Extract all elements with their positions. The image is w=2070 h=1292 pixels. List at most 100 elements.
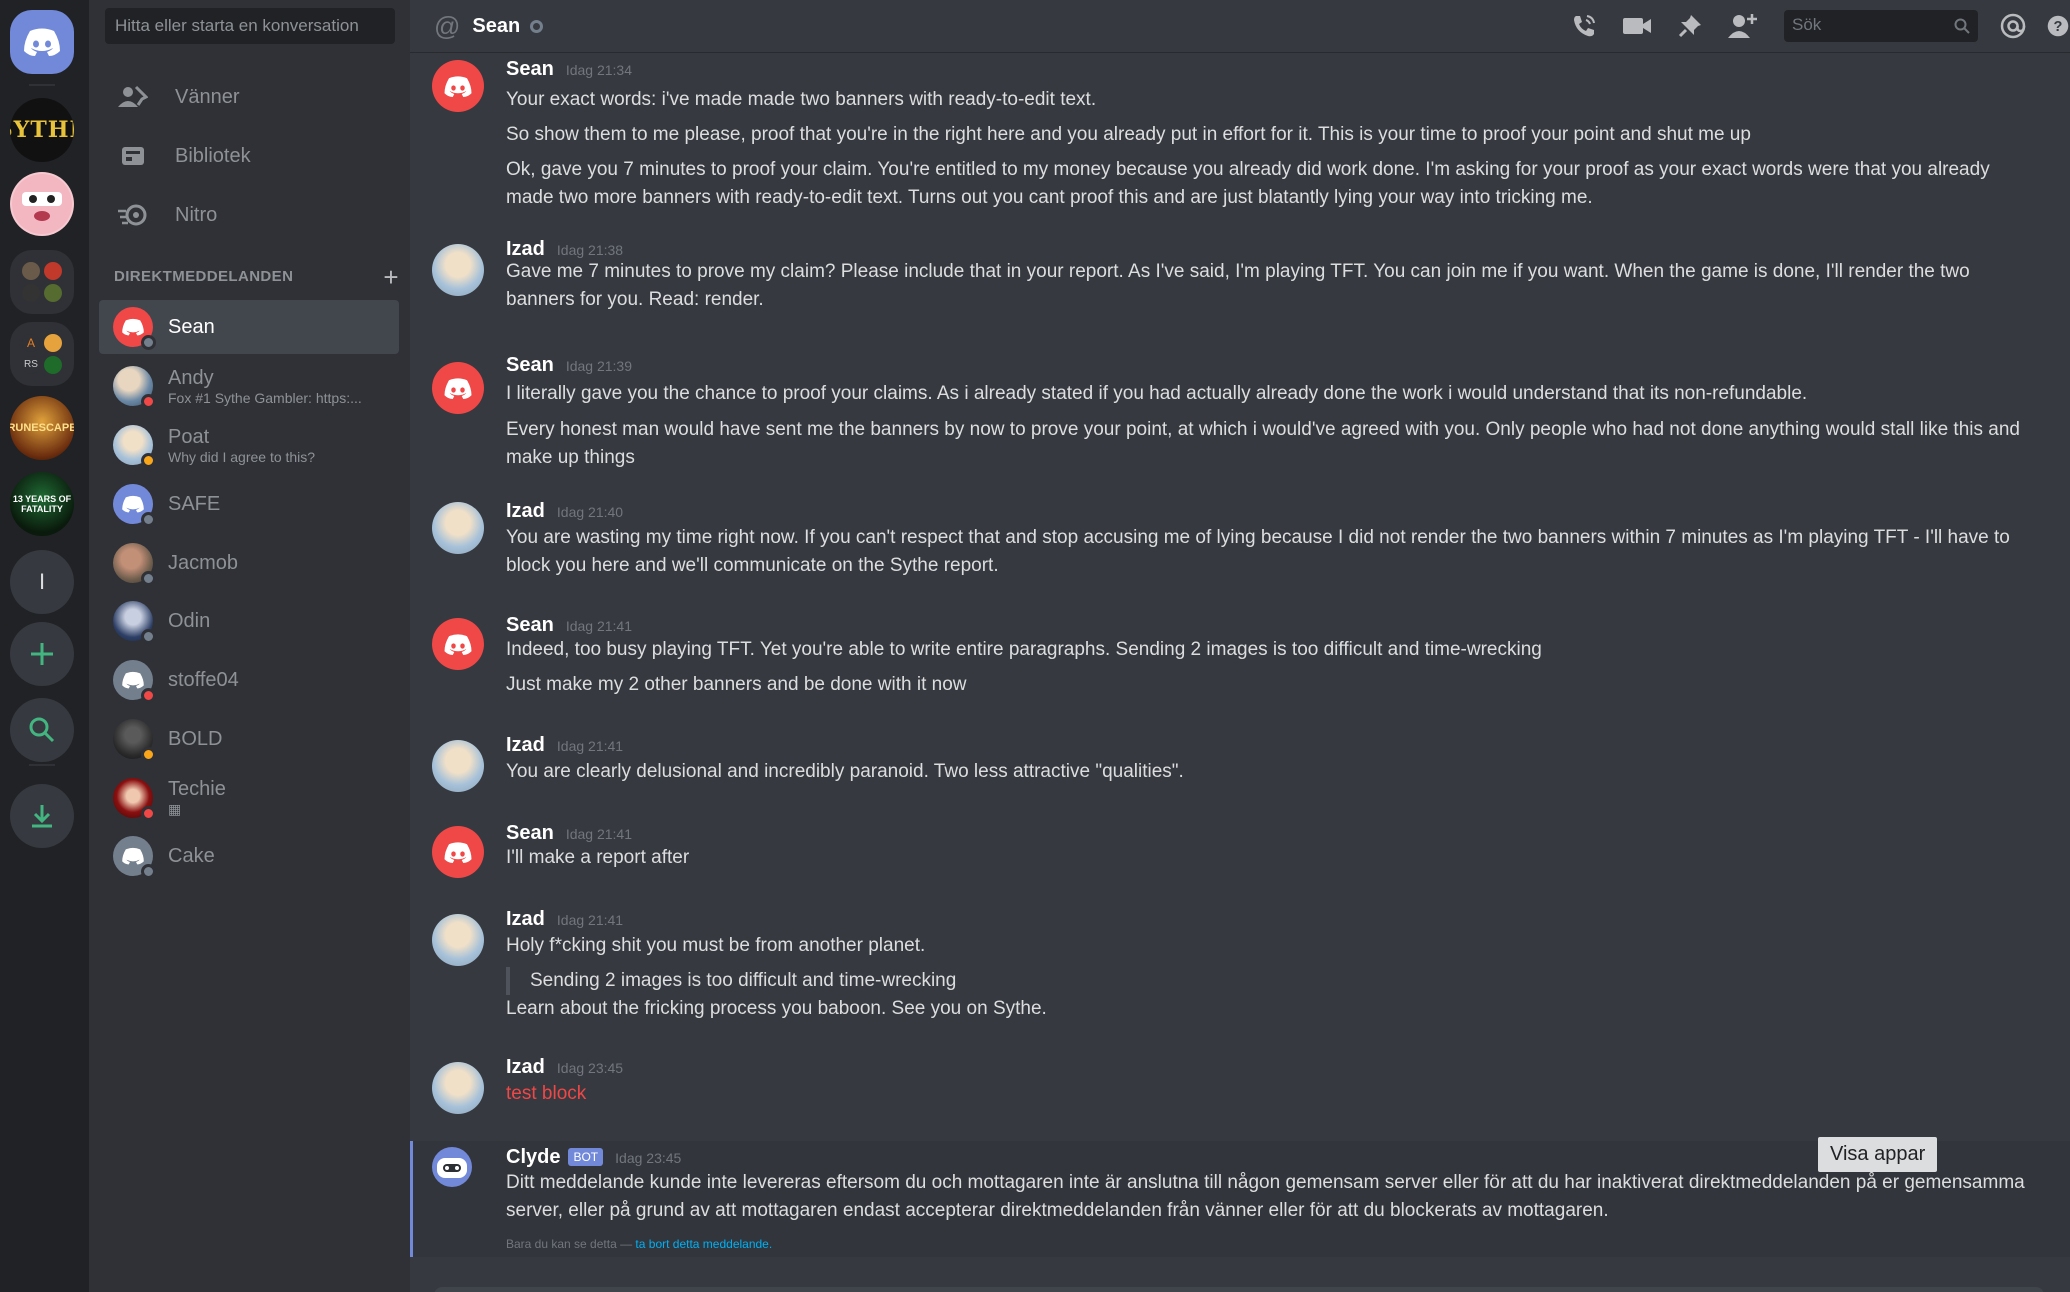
nav-nitro[interactable]: Nitro [99,188,399,242]
message-author[interactable]: Sean [506,614,554,637]
robot-icon [437,1158,467,1178]
nav-nitro-label: Nitro [175,203,218,226]
avatar[interactable] [432,502,484,554]
server-pink-face[interactable] [10,172,74,236]
avatar[interactable] [432,618,484,670]
nav-library[interactable]: Bibliotek [99,129,399,183]
mention-icon[interactable] [1997,10,2029,42]
message-text: Ditt meddelande kunde inte levereras eft… [506,1172,2025,1221]
message-text: Learn about the fricking process you bab… [506,998,1047,1019]
dm-item-sean[interactable]: Sean [99,300,399,354]
help-icon[interactable]: ? [2046,10,2070,42]
search-input[interactable]: Sök [1784,10,1978,42]
server-folder-2[interactable]: A RS [10,322,74,386]
at-icon: @ [434,10,461,41]
dm-item-techie[interactable]: Techie ▦ [99,771,399,825]
message-timestamp: Idag 21:41 [556,738,624,754]
clyde-avatar[interactable] [432,1147,472,1187]
message-input[interactable] [434,1287,2044,1292]
nav-friends[interactable]: Vänner [99,70,399,124]
pin-icon[interactable] [1674,10,1706,42]
message-timestamp: Idag 23:45 [556,1060,624,1076]
add-friend-icon[interactable] [1727,10,1759,42]
message-timestamp: Idag 21:39 [565,358,632,374]
status-offline-indicator [141,864,156,879]
avatar[interactable] [432,362,484,414]
server-i[interactable]: I [10,550,74,614]
folder-server-icon [44,334,62,352]
avatar[interactable] [432,740,484,792]
message-text: Gave me 7 minutes to prove my claim? Ple… [506,261,1970,310]
dm-item-andy[interactable]: Andy Fox #1 Sythe Gambler: https:... [99,359,399,413]
avatar[interactable] [432,60,484,112]
status-offline-indicator [530,19,544,33]
dm-status-text: Why did I agree to this? [168,448,316,465]
message-author[interactable]: Izad [506,734,545,757]
message-author[interactable]: Izad [506,1056,545,1079]
server-rail: SYTHE A RS RUNESCAPE 13 YEARS OF FATALIT… [0,0,89,1292]
message-author[interactable]: Izad [506,500,545,523]
message-text: Just make my 2 other banners and be done… [506,674,967,695]
message-timestamp: Idag 21:41 [556,912,624,928]
find-conversation-input[interactable]: Hitta eller starta en konversation [105,8,395,44]
server-runescape[interactable]: RUNESCAPE [10,396,74,460]
folder-server-label: A [22,334,40,352]
avatar [113,484,156,527]
delete-message-link[interactable]: ta bort detta meddelande. [635,1237,772,1251]
download-icon [32,805,52,828]
dm-name: Cake [168,844,215,867]
dm-item-cake[interactable]: Cake [99,829,399,883]
message-timestamp: Idag 23:45 [615,1150,682,1166]
message-text: Every honest man would have sent me the … [506,419,2020,468]
avatar[interactable] [432,914,484,966]
avatar [113,307,156,350]
message-author[interactable]: Sean [506,822,554,845]
message-text: Indeed, too busy playing TFT. Yet you're… [506,639,1542,660]
dm-name: Techie [168,778,226,800]
status-idle-indicator [141,453,156,468]
discord-avatar-icon [444,841,472,863]
server-fatality[interactable]: 13 YEARS OF FATALITY [10,472,74,536]
custom-status-emoji-icon: ▦ [168,801,182,817]
add-server-button[interactable] [10,622,74,686]
message-author[interactable]: Sean [506,58,554,81]
message-text: Ok, gave you 7 minutes to proof your cla… [506,159,1990,208]
dm-name: SAFE [168,492,221,515]
discord-avatar-icon [122,495,144,513]
dm-item-jacmob[interactable]: Jacmob [99,536,399,590]
svg-text:?: ? [2054,19,2063,35]
dm-item-safe[interactable]: SAFE [99,477,399,531]
plus-icon [31,643,53,665]
avatar [113,719,156,762]
video-call-icon[interactable] [1621,10,1653,42]
ephemeral-notice: Bara du kan se detta — ta bort detta med… [506,1237,773,1251]
download-apps-button[interactable] [10,784,74,848]
dm-item-odin[interactable]: Odin [99,594,399,648]
search-icon [29,717,55,743]
message-author[interactable]: Izad [506,908,545,931]
avatar [113,366,156,409]
message-timestamp: Idag 21:38 [556,242,624,258]
avatar[interactable] [432,826,484,878]
avatar[interactable] [432,1062,484,1114]
dm-status-text: Fox #1 Sythe Gambler: https:... [168,389,362,406]
server-folder-1[interactable] [10,250,74,314]
dm-item-bold[interactable]: BOLD [99,712,399,766]
message-text: So show them to me please, proof that yo… [506,124,1751,145]
home-button[interactable] [10,10,74,74]
explore-servers-button[interactable] [10,698,74,762]
status-dnd-indicator [141,806,156,821]
voice-call-icon[interactable] [1568,10,1600,42]
message-author[interactable]: Clyde [506,1146,560,1169]
message-text: Holy f*cking shit you must be from anoth… [506,935,926,956]
nav-library-label: Bibliotek [175,144,251,167]
dm-item-stoffe04[interactable]: stoffe04 [99,653,399,707]
dm-item-poat[interactable]: Poat Why did I agree to this? [99,418,399,472]
avatar[interactable] [432,244,484,296]
dm-section-header: DIREKTMEDDELANDEN + [114,262,399,292]
create-dm-button[interactable]: + [383,262,399,293]
dm-name: Andy [168,366,214,389]
search-icon [1954,18,1970,34]
message-author[interactable]: Sean [506,354,554,377]
server-sythe[interactable]: SYTHE [10,98,74,162]
